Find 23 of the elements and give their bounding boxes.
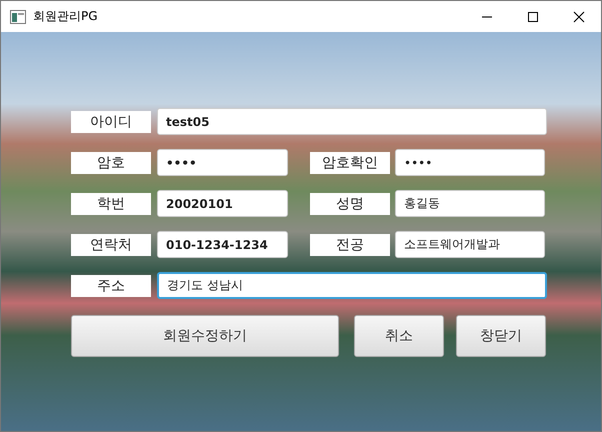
input-field[interactable]: 20020101 (157, 190, 288, 217)
input-field[interactable]: 소프트웨어개발과 (395, 231, 545, 258)
input-field[interactable]: 010-1234-1234 (157, 231, 288, 258)
close-icon[interactable] (573, 10, 585, 22)
input-field[interactable]: test05 (157, 108, 547, 135)
field-label: 아이디 (71, 110, 151, 132)
action-button[interactable]: 취소 (354, 315, 444, 357)
input-field[interactable]: 홍길동 (395, 190, 545, 217)
field-label: 암호 (71, 152, 151, 174)
input-field[interactable]: 경기도 성남시 (157, 272, 547, 299)
field-label: 연락처 (71, 234, 151, 256)
field-label: 성명 (310, 192, 390, 214)
field-label: 주소 (71, 274, 151, 296)
input-field[interactable]: •••• (157, 149, 288, 176)
maximize-icon[interactable] (527, 10, 539, 22)
field-label: 전공 (310, 234, 390, 256)
app-icon (10, 10, 26, 24)
field-label: 학번 (71, 192, 151, 214)
action-button[interactable]: 창닫기 (456, 315, 546, 357)
action-button[interactable]: 회원수정하기 (71, 315, 339, 357)
field-label: 암호확인 (310, 152, 390, 174)
input-field[interactable]: •••• (395, 149, 545, 176)
window-title: 회원관리PG (33, 8, 98, 25)
